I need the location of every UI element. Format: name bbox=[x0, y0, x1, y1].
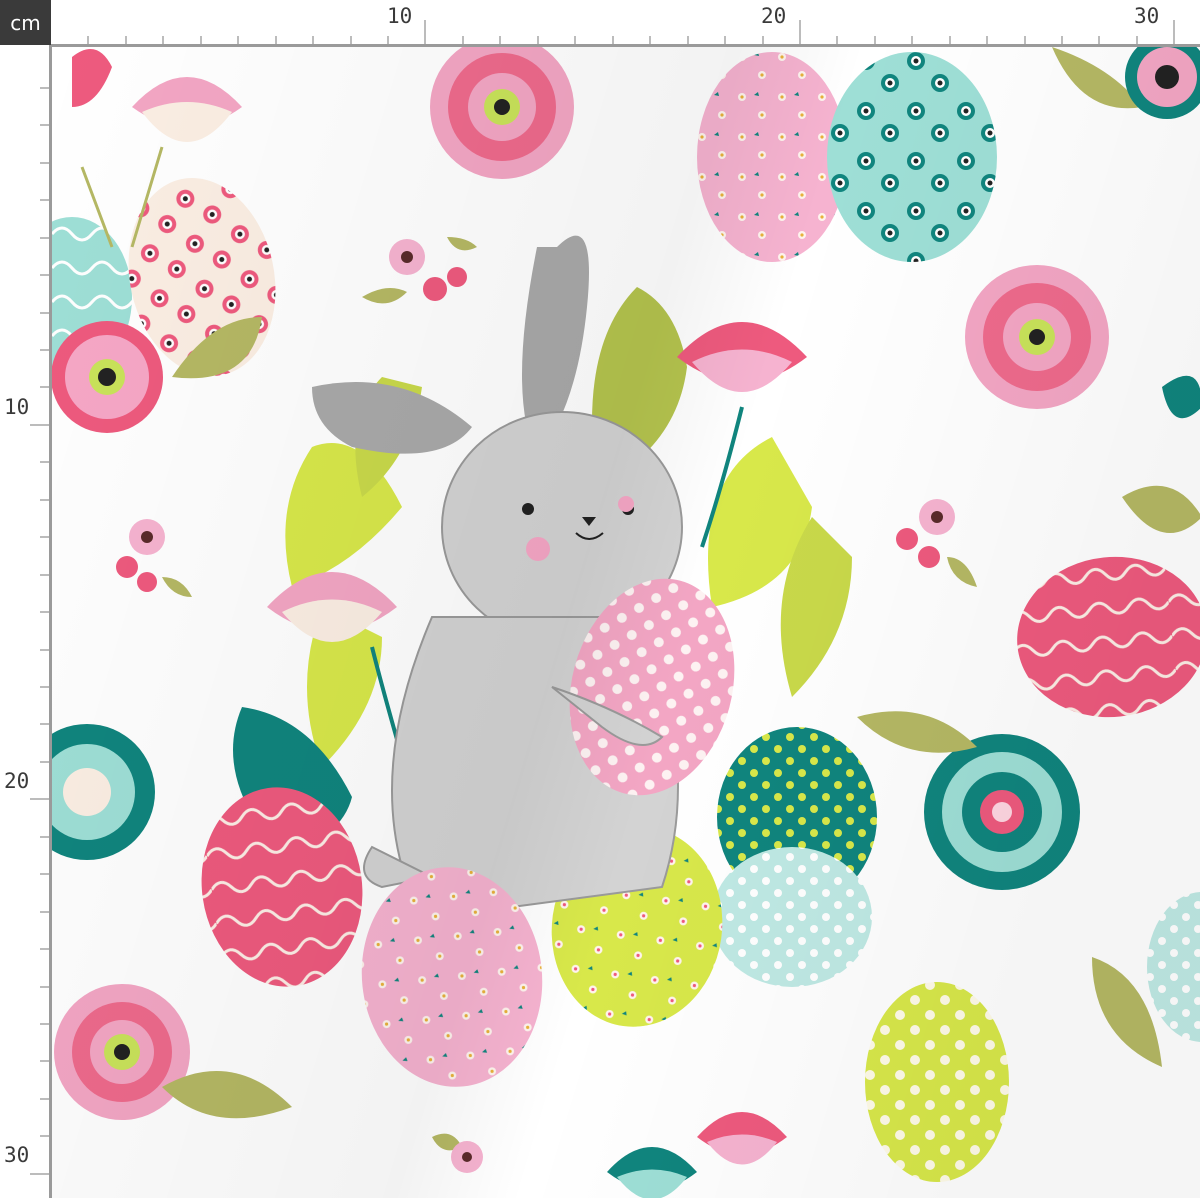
unit-badge[interactable]: cm bbox=[0, 0, 51, 45]
fabric-preview-viewer: cm 10 20 30 10 20 30 bbox=[0, 0, 1200, 1198]
left-ruler-label-20: 20 bbox=[4, 769, 30, 793]
left-ruler-label-10: 10 bbox=[4, 395, 30, 419]
top-ruler-label-30: 30 bbox=[1134, 4, 1160, 28]
top-ruler-label-20: 20 bbox=[761, 4, 787, 28]
easter-pattern-artwork bbox=[52, 47, 1200, 1198]
top-ruler-ticks bbox=[87, 20, 1175, 45]
left-ruler-label-30: 30 bbox=[4, 1143, 30, 1167]
top-ruler: 10 20 30 bbox=[51, 0, 1200, 45]
fabric-swatch bbox=[52, 47, 1200, 1198]
top-ruler-label-10: 10 bbox=[387, 4, 413, 28]
left-ruler-ticks bbox=[30, 87, 51, 1175]
left-ruler: 10 20 30 bbox=[0, 45, 51, 1198]
